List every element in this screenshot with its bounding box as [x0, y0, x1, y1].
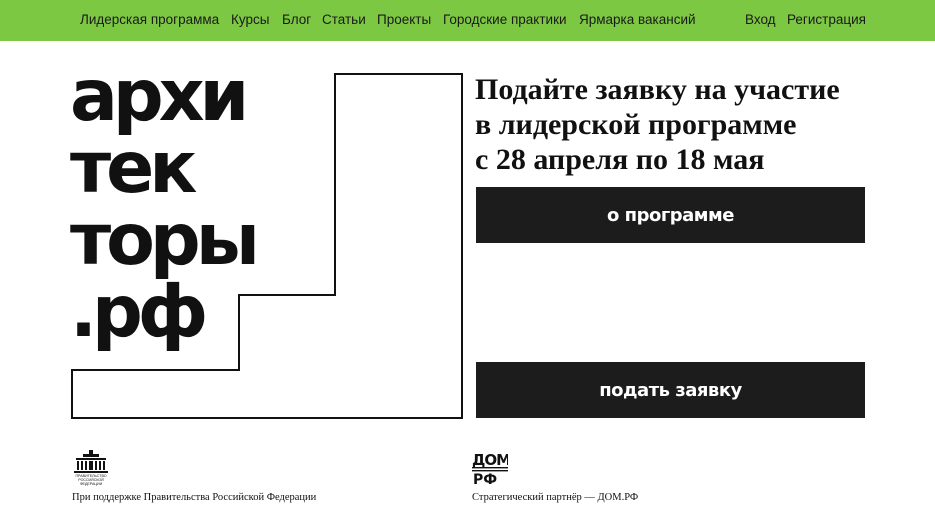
nav-item-leader-program[interactable]: Лидерская программа — [80, 12, 219, 28]
nav-item-courses[interactable]: Курсы — [231, 12, 269, 28]
nav-item-projects[interactable]: Проекты — [377, 12, 431, 28]
hero-headline: Подайте заявку на участие в лидерской пр… — [475, 72, 895, 177]
svg-text:РФ: РФ — [473, 472, 497, 486]
site-logo[interactable]: архи тек торы .рф — [70, 54, 260, 353]
nav-item-articles[interactable]: Статьи — [322, 12, 366, 28]
logo-line-2: тек — [70, 126, 197, 209]
login-link[interactable]: Вход — [745, 12, 776, 28]
apply-button[interactable]: подать заявку — [476, 362, 865, 418]
logo-line-4: .рф — [70, 270, 208, 353]
logo-line-1: архи — [70, 54, 249, 137]
register-link[interactable]: Регистрация — [787, 12, 866, 28]
svg-text:ФЕДЕРАЦИИ: ФЕДЕРАЦИИ — [80, 482, 103, 486]
logo-line-3: торы — [70, 198, 260, 281]
headline-line-2: в лидерской программе — [475, 108, 797, 141]
headline-line-1: Подайте заявку на участие — [475, 73, 840, 106]
government-support-caption: При поддержке Правительства Российской Ф… — [72, 492, 317, 503]
nav-item-job-fair[interactable]: Ярмарка вакансий — [579, 12, 696, 28]
top-nav-bar: Лидерская программа Курсы Блог Статьи Пр… — [0, 0, 935, 41]
about-program-button[interactable]: о программе — [476, 187, 865, 243]
svg-text:ДОМ: ДОМ — [472, 451, 508, 469]
nav-item-city-practices[interactable]: Городские практики — [443, 12, 567, 28]
dom-rf-logo-icon[interactable]: ДОМ РФ — [472, 450, 508, 486]
headline-line-3: с 28 апреля по 18 мая — [475, 143, 765, 176]
government-building-icon: ПРАВИТЕЛЬСТВО РОССИЙСКОЙ ФЕДЕРАЦИИ — [74, 450, 108, 486]
nav-item-blog[interactable]: Блог — [282, 12, 311, 28]
strategic-partner-caption: Стратегический партнёр — ДОМ.РФ — [472, 492, 639, 503]
